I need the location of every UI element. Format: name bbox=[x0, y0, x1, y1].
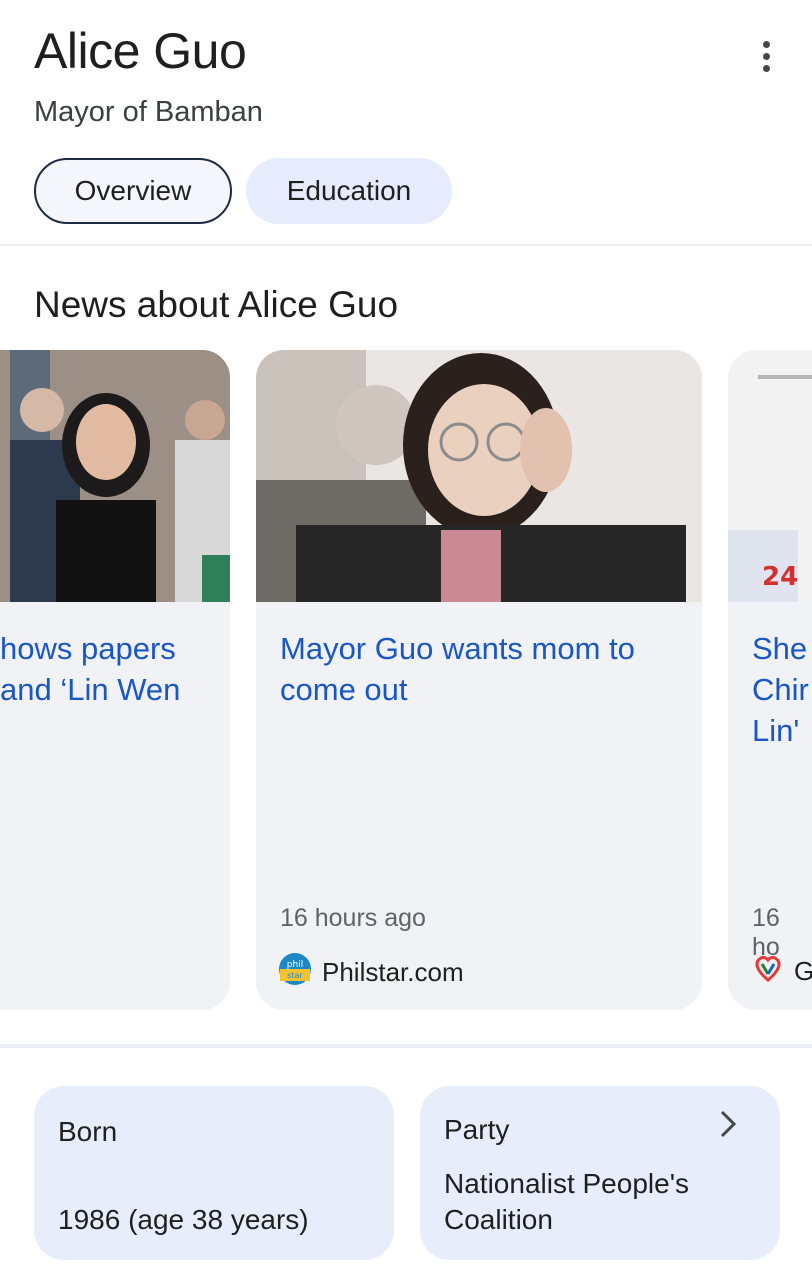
divider bbox=[0, 1044, 812, 1048]
news-card[interactable]: hows papers and ‘Lin Wen bbox=[0, 350, 230, 1010]
svg-text:24: 24 bbox=[762, 562, 798, 592]
news-thumbnail bbox=[0, 350, 230, 602]
news-source: G bbox=[752, 952, 812, 991]
news-title[interactable]: She Chir Lin' bbox=[752, 628, 809, 751]
svg-text:phil: phil bbox=[287, 960, 303, 970]
news-section-title: News about Alice Guo bbox=[34, 284, 399, 325]
chevron-right-icon bbox=[718, 1108, 738, 1149]
svg-text:star: star bbox=[287, 971, 303, 980]
party-card[interactable]: Party Nationalist People's Coalition bbox=[420, 1086, 780, 1260]
born-label: Born bbox=[58, 1116, 118, 1147]
party-value: Nationalist People's Coalition bbox=[444, 1168, 690, 1235]
born-value: 1986 (age 38 years) bbox=[58, 1204, 309, 1235]
born-card[interactable]: Born 1986 (age 38 years) bbox=[34, 1086, 394, 1260]
party-label: Party bbox=[444, 1114, 510, 1145]
gma-heart-logo-icon bbox=[752, 952, 784, 991]
page-subtitle: Mayor of Bamban bbox=[34, 96, 263, 128]
news-thumbnail: 24 bbox=[728, 350, 812, 602]
news-thumbnail bbox=[256, 350, 702, 602]
tab-education[interactable]: Education bbox=[246, 158, 452, 224]
news-title[interactable]: Mayor Guo wants mom to come out bbox=[280, 628, 635, 710]
news-time: 16 hours ago bbox=[280, 904, 426, 932]
page-title: Alice Guo bbox=[34, 23, 247, 79]
news-source: phil star Philstar.com bbox=[278, 952, 464, 993]
more-vert-icon[interactable] bbox=[748, 36, 784, 76]
philstar-logo-icon: phil star bbox=[278, 952, 312, 993]
news-title[interactable]: hows papers and ‘Lin Wen bbox=[0, 628, 180, 710]
divider bbox=[0, 244, 812, 246]
tab-overview[interactable]: Overview bbox=[34, 158, 232, 224]
